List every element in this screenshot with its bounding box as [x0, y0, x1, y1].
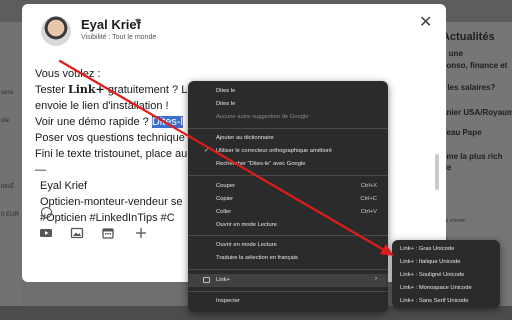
checkmark-icon: ✓ — [204, 148, 210, 154]
author-name[interactable]: Eyal Krief — [81, 17, 141, 32]
menu-item-copy[interactable]: Copier Ctrl+C — [188, 193, 388, 206]
menu-separator — [188, 269, 388, 270]
submenu-item-bold-unicode[interactable]: Link+ : Gras Unicode — [392, 243, 500, 256]
menu-item-search-google[interactable]: Rechercher "Dites-le" avec Google — [188, 158, 388, 171]
news-item[interactable]: veau Pape — [442, 128, 482, 137]
extension-icon — [203, 277, 210, 283]
submenu-item-sans-serif-unicode[interactable]: Link+ : Sans Serif Unicode — [392, 295, 500, 308]
menu-item-link-plus[interactable]: Link+ › — [188, 274, 388, 287]
menu-item-suggestion[interactable]: Dites le — [188, 98, 388, 111]
link-plus-submenu: Link+ : Gras Unicode Link+ : Italique Un… — [392, 240, 500, 308]
submenu-item-italic-unicode[interactable]: Link+ : Italique Unicode — [392, 256, 500, 269]
menu-item-reading-mode[interactable]: Ouvrir en mode Lecture — [188, 219, 388, 232]
post-text-line: Tester Link+ gratuitement ? La — [35, 83, 194, 96]
emoji-icon[interactable] — [41, 207, 52, 218]
bg-left-text: 0 EUR — [1, 212, 19, 218]
post-text-editor[interactable]: Vous voulez : Tester Link+ gratuitement … — [35, 66, 193, 226]
plus-icon[interactable] — [134, 226, 150, 242]
submenu-item-monospace-unicode[interactable]: Link+ : Monospace Unicode — [392, 282, 500, 295]
menu-separator — [188, 175, 388, 176]
menu-item-no-suggestion: Aucune autre suggestion de Google — [216, 114, 309, 120]
post-text-line: Voir une démo rapide ? Dites-l — [35, 116, 183, 128]
news-item[interactable]: anier USA/Royaum — [442, 108, 512, 117]
post-text-line: Eyal Krief — [40, 180, 88, 192]
bg-left-text: sens — [1, 90, 14, 96]
menu-separator — [188, 235, 388, 236]
menu-item-cut[interactable]: Couper Ctrl+X — [188, 180, 388, 193]
image-icon[interactable] — [70, 226, 86, 242]
post-text-line: — — [35, 164, 46, 176]
selected-text: Dites-l — [151, 116, 183, 128]
news-item[interactable]: r les salaires? — [442, 83, 495, 92]
video-icon[interactable] — [39, 226, 55, 242]
menu-separator — [188, 128, 388, 129]
context-menu: Dites le Dites le Aucune autre suggestio… — [188, 81, 388, 312]
menu-item-reading-mode[interactable]: Ouvrir en mode Lecture — [188, 239, 388, 252]
post-text-line: Opticien-monteur-vendeur se — [40, 196, 183, 208]
chevron-down-icon[interactable]: ▾ — [135, 16, 140, 27]
chevron-right-icon: › — [375, 276, 377, 282]
submenu-item-underline-unicode[interactable]: Link+ : Souligné Unicode — [392, 269, 500, 282]
avatar[interactable] — [41, 16, 71, 46]
menu-item-suggestion[interactable]: Dites le — [188, 85, 388, 98]
editor-scrollbar[interactable] — [435, 154, 439, 190]
close-icon[interactable]: ✕ — [419, 12, 432, 32]
menu-separator — [188, 291, 388, 292]
news-item[interactable]: eme la plus rich — [442, 152, 502, 161]
bg-left-text: ntisÉ — [1, 184, 15, 190]
background-left-column: sens ole ntisÉ 0 EUR — [0, 22, 22, 306]
calendar-icon[interactable] — [101, 226, 117, 242]
menu-item-add-to-dictionary[interactable]: Ajouter au dictionnaire — [188, 132, 388, 145]
post-text-line: envoie le lien d'installation ! — [35, 100, 169, 112]
post-text-line: #Opticien #LinkedInTips #C — [40, 212, 175, 224]
post-text-line: Vous voulez : — [35, 68, 101, 80]
news-item[interactable]: conso, finance et — [442, 61, 507, 70]
visibility-label[interactable]: Visibilité : Tout le monde — [81, 34, 156, 41]
menu-item-inspect[interactable]: Inspecter — [188, 295, 388, 308]
menu-item-paste[interactable]: Coller Ctrl+V — [188, 206, 388, 219]
bold-text: Link+ — [68, 83, 105, 96]
post-text-line: Fini le texte tristounet, place au — [35, 148, 188, 160]
bg-left-text: ole — [1, 118, 10, 124]
news-sidebar-title: Actualités — [442, 31, 495, 43]
post-text-line: Poser vos questions technique — [35, 132, 185, 144]
menu-item-enhanced-spellcheck[interactable]: ✓ Utiliser le correcteur orthographique a… — [188, 145, 388, 158]
menu-item-translate[interactable]: Traduire la sélection en français — [188, 252, 388, 265]
